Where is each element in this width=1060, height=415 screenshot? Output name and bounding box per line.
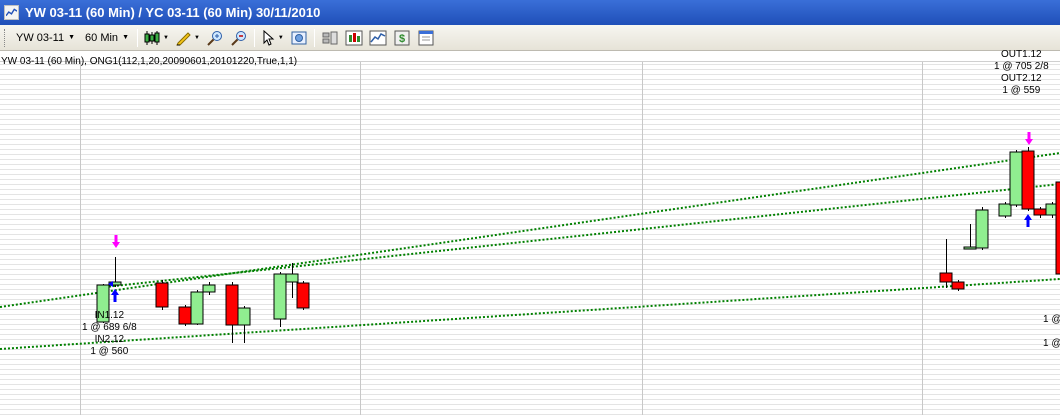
chevron-down-icon: ▼ [193,34,200,41]
right-edge-label: 1 @ [1043,338,1060,350]
toolbar-grip[interactable] [4,28,7,47]
candle-body [190,291,204,325]
candle-body [975,209,989,249]
chart-toolbar: YW 03-11 ▼ 60 Min ▼ ▼ ▼ ▼ $ [0,25,1060,51]
entry-label-line: 1 @ 560 [90,346,129,357]
candle-body [285,273,299,283]
entry-label-line: IN1.12 [94,310,125,321]
chevron-down-icon: ▼ [68,34,76,41]
exit-arrow-icon [112,235,120,248]
price-chart[interactable]: YW 03-11 (60 Min), ONG1(112,1,20,2009060… [0,49,1060,415]
data-box-button[interactable] [319,28,341,48]
drawing-tool-button[interactable]: ▼ [173,28,202,48]
interval-dropdown-value: 60 Min [85,31,119,44]
candle-body [1055,181,1060,275]
chart-app-icon [4,5,19,20]
exit-label-line: 1 @ 559 [1002,85,1041,96]
window-titlebar: YW 03-11 (60 Min) / YC 03-11 (60 Min) 30… [0,0,1060,25]
strategies-button[interactable]: $ [391,28,413,48]
candle-body [1033,208,1047,216]
right-edge-label-line: 1 @ [1043,314,1060,325]
zoom-in-icon [207,30,222,46]
entry-arrow-icon [1024,214,1032,227]
svg-text:$: $ [399,33,405,45]
chart-properties-button[interactable] [288,28,310,48]
candle-body [225,284,239,326]
chevron-down-icon: ▼ [277,34,284,41]
chart-style-icon [369,30,387,45]
toolbar-separator [313,28,315,47]
exit-label-line: OUT1.12 [1001,49,1042,60]
candle-body [1021,150,1035,210]
right-edge-label-line: 1 @ [1043,338,1060,349]
cursor-select-icon [263,29,275,46]
cursor-select-button[interactable]: ▼ [259,28,286,48]
drawing-pencil-icon [176,31,191,45]
candle-body [296,282,310,309]
candle-body [155,282,169,308]
interval-dropdown[interactable]: 60 Min ▼ [80,28,134,48]
entry-label-line: IN2.12 [94,334,125,345]
bar-type-icon [144,30,160,45]
chevron-down-icon: ▼ [122,34,129,41]
entry-label-line: 1 @ 689 6/8 [82,322,137,333]
symbol-dropdown-value: YW 03-11 [16,31,65,44]
zoom-out-icon [231,30,246,46]
chart-style-button[interactable] [367,28,389,48]
toolbar-separator [137,28,138,47]
zoom-in-button[interactable] [204,28,226,48]
candle-body [963,246,977,250]
candle-body [237,307,251,326]
indicators-button[interactable] [343,28,365,48]
window-template-button[interactable] [415,28,437,48]
candle-body [202,284,216,293]
right-edge-label: 1 @ [1043,314,1060,326]
data-box-icon [322,31,338,44]
zoom-out-button[interactable] [228,28,250,48]
study-label: YW 03-11 (60 Min), ONG1(112,1,20,2009060… [1,56,298,67]
exit-trade-label: OUT1.12 1 @ 705 2/8 OUT2.12 1 @ 559 [994,49,1049,97]
bar-type-button[interactable]: ▼ [142,28,171,48]
price-chart-canvas[interactable] [0,52,1060,415]
candle-body [998,203,1012,217]
candle-body [1009,151,1023,206]
chevron-down-icon: ▼ [163,34,169,41]
exit-label-line: 1 @ 705 2/8 [994,61,1049,72]
exit-label-line: OUT2.12 [1001,73,1042,84]
indicators-icon [345,30,363,45]
symbol-dropdown[interactable]: YW 03-11 ▼ [11,28,80,48]
exit-arrow-icon [1025,132,1033,145]
window-template-icon [418,30,434,45]
toolbar-separator [253,28,255,47]
candle-body [273,273,287,320]
entry-trade-label: IN1.12 1 @ 689 6/8 IN2.12 1 @ 560 [82,310,137,358]
strategies-icon: $ [394,30,410,45]
candle-body [951,281,965,290]
candle-body [939,272,953,283]
candle-body [178,306,192,325]
window-title: YW 03-11 (60 Min) / YC 03-11 (60 Min) 30… [25,5,321,20]
chart-properties-icon [291,31,307,44]
